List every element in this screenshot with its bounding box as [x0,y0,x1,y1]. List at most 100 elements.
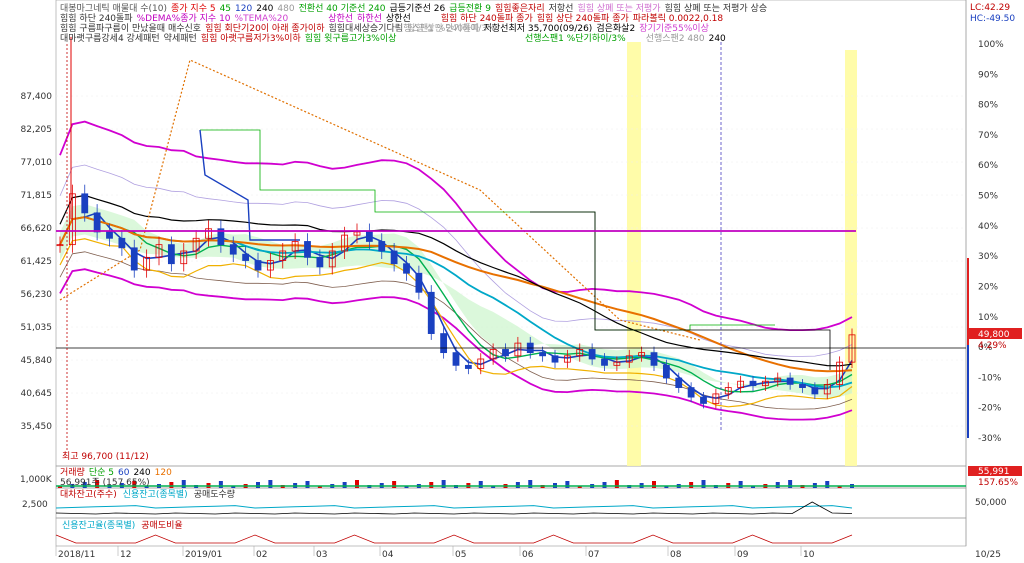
volume-bar [256,482,260,488]
candle-body [390,250,398,265]
y-tick-label: 66,620 [21,224,53,234]
pct-tick-label: 10% [978,313,998,323]
x-tick-label: 04 [382,550,394,560]
volume-bar [652,481,656,488]
y-tick-label: 61,425 [21,257,53,267]
pct-tick-label: 80% [978,101,998,111]
max-annotation: 최고 96,700 (11/12) [62,451,149,462]
volume-bar [565,481,570,488]
x-tick-label: 02 [256,550,267,560]
pct-tick-label: 90% [978,70,998,80]
volume-bar [602,482,607,488]
candle-body [130,247,138,271]
y-tick-label: 82,205 [21,125,53,135]
candle-body [415,272,423,293]
stock-chart: 87,400 82,205 77,010 71,815 66,620 61,425 56,2… [0,0,1024,563]
candle-body [93,212,101,233]
lc-label: LC:42.29 [970,3,1010,13]
legend-row-3: 힘힘 구름파구름이 만났을때 매수신호 힘힘 회단기20이 아래 종가이하 힘힘대세… [60,22,709,34]
candle-body [304,241,311,258]
candle-body [464,364,472,369]
y-tick-label: 35,450 [21,422,53,432]
volume-bar [181,480,186,488]
candle-body [811,387,819,395]
x-tick-label: 05 [455,550,466,560]
volume-bar [825,481,830,488]
x-tick-label: 12 [120,550,131,560]
pct-tick-label: 50% [978,192,998,202]
legend-row-4: 대마랫구름강세4 강세패턴 약세패턴 힘힘 아랫구름저가3%이하 힘힘 윗구름고가3%… [60,32,396,44]
price-badge: 49,800 [978,330,1010,340]
pct-tick-label: 60% [978,161,998,171]
volume-badge-2: 157.65% [978,478,1018,488]
volume-bar [515,482,520,488]
candle-body [229,244,237,255]
candle-body [427,291,435,334]
volume-bar [775,482,780,488]
y-tick-label: 87,400 [21,92,53,102]
candle-body [687,387,695,398]
candle-body [588,349,596,360]
short-axis: 2,500 [22,500,48,510]
legend-row-4c: 선행스팬1 %단기하이/3% 선행스팬2 480 240 [525,32,726,44]
legend-row-4b: 선행스팬1 %단기하이/3% [395,22,496,34]
y-tick-label: 71,815 [21,191,53,201]
credit-legend: 신용잔고율(종목별) 공매도비율 [62,520,183,531]
x-tick-label: 2019/01 [185,550,222,560]
volume-sub: 56,991주 (157.65%) [60,477,150,488]
candle-body [601,358,608,366]
pct-tick-label: -30% [978,434,1002,444]
volume-bar [441,480,446,488]
candle-body [440,333,448,354]
pct-tick-label: 20% [978,282,998,292]
candle-body [700,396,707,404]
candle-body [749,380,757,387]
x-tick-label: 10 [803,550,815,560]
volume-badge: 55,991 [978,467,1010,477]
x-tick-label: 03 [316,550,327,560]
y-tick-label: 45,840 [21,356,53,366]
y-tick-label: 40,645 [21,389,53,399]
candle-body [650,352,658,366]
legend-row-2: 힘힘 하단 240돌파 %DEMA%종가 지수 10 %TEMA%20 상한선 하한선 상… [60,12,723,24]
x-tick-label: 10/25 [975,550,1001,560]
candle-body [675,377,683,388]
candle-body [106,231,113,239]
hc-label: HC:-49.50 [970,14,1015,24]
short-right-axis: 50,000 [975,498,1007,508]
volume-bar [392,481,397,488]
candle-body [118,237,126,249]
candle-body [365,231,373,242]
pct-tick-label: 100% [978,40,1004,50]
volume-bar [218,481,223,488]
x-tick-label: 2018/11 [58,550,95,560]
pct-badge: 4.29% [978,341,1007,351]
pct-tick-label: 40% [978,222,998,232]
x-tick-label: 06 [522,550,534,560]
volume-bar [478,481,483,488]
volume-bar [701,480,706,488]
y-tick-label: 51,035 [21,323,53,333]
candle-body [254,260,262,271]
candle-body [167,244,175,265]
pct-tick-label: -10% [978,373,1002,383]
candle-body [662,364,670,379]
candle-body [81,193,89,214]
x-tick-label: 07 [588,550,599,560]
highlight-band-2 [845,50,857,466]
volume-bar [268,480,273,488]
volume-bar [738,481,743,488]
volume-bar [528,480,533,488]
x-tick-label: 09 [737,550,749,560]
y-tick-label: 77,010 [21,158,53,168]
candle-body [403,263,410,274]
candle-body [316,256,324,268]
candle-body [502,349,509,357]
volume-bar [169,482,174,488]
candle-body [799,383,806,388]
pct-tick-label: 70% [978,131,998,141]
volume-bar [429,482,434,488]
volume-bar [305,481,310,488]
short-legend: 대차잔고(주수) 신용잔고(종목별) 공매도수량 [60,488,235,500]
highlight-band-1 [627,42,641,466]
